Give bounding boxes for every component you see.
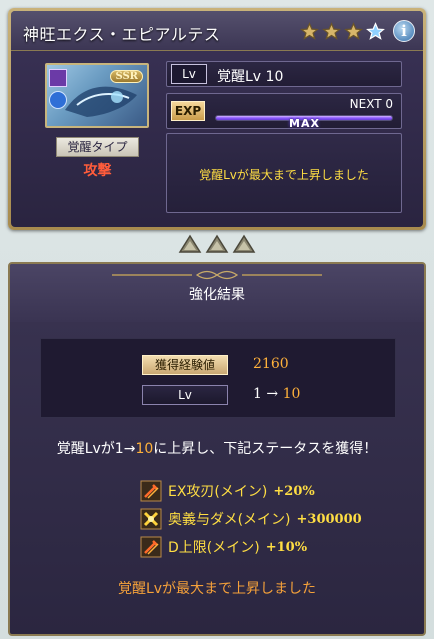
gained-exp-label: 獲得経験値 bbox=[142, 355, 228, 375]
level-arrow: → bbox=[266, 386, 279, 402]
bonus-value: +20% bbox=[273, 483, 315, 499]
weapon-card: 神旺エクス・エピアルテス i SSR 覚醒タイプ 攻撃 Lv 覚醒Lv 10 E… bbox=[8, 8, 426, 230]
attack-up-icon bbox=[140, 536, 162, 558]
ornament-icon bbox=[112, 270, 322, 280]
result-stats-box: 獲得経験値 2160 Lv 1 → 10 bbox=[40, 338, 396, 418]
character-name: 神旺エクス・エピアルテス bbox=[23, 25, 221, 44]
result-summary: 覚醒Lvが1→10に上昇し、下記ステータスを獲得！ bbox=[10, 438, 424, 458]
ougi-damage-icon bbox=[140, 508, 162, 530]
star-filled-icon bbox=[344, 22, 363, 40]
title-bar: 神旺エクス・エピアルテス i bbox=[11, 11, 423, 51]
result-title: 強化結果 bbox=[189, 287, 245, 303]
summary-suffix: に上昇し、下記ステータスを獲得！ bbox=[153, 441, 378, 457]
level-to: 10 bbox=[282, 386, 301, 402]
rarity-stars bbox=[300, 22, 385, 41]
level-from: 1 bbox=[253, 386, 262, 402]
result-footer-message: 覚醒Lvが最大まで上昇しました bbox=[117, 581, 317, 597]
awakening-type-label: 覚醒タイプ bbox=[56, 137, 139, 157]
star-filled-icon bbox=[322, 22, 341, 40]
exp-row: EXP NEXT 0 MAX bbox=[166, 93, 402, 130]
triangle-arrow-icon bbox=[178, 234, 202, 253]
awakening-message-box: 覚醒Lvが最大まで上昇しました bbox=[166, 133, 402, 213]
bonus-item: 奥義与ダメ(メイン) +300000 bbox=[140, 508, 362, 530]
bonus-name: 奥義与ダメ(メイン) bbox=[168, 512, 291, 528]
ssr-badge: SSR bbox=[110, 70, 143, 83]
dark-element-icon bbox=[49, 69, 67, 87]
bonus-item: EX攻刃(メイン) +20% bbox=[140, 480, 315, 502]
awakening-level-text: 覚醒Lv 10 bbox=[217, 69, 284, 85]
awakening-level-row: Lv 覚醒Lv 10 bbox=[166, 61, 402, 87]
next-exp-text: NEXT 0 bbox=[349, 97, 393, 111]
summary-from: 1 bbox=[114, 441, 124, 457]
level-change: 1 → 10 bbox=[253, 386, 300, 402]
attack-up-icon bbox=[140, 480, 162, 502]
level-label: Lv bbox=[142, 385, 228, 405]
triangle-arrow-icon bbox=[232, 234, 256, 253]
bonus-name: EX攻刃(メイン) bbox=[168, 484, 268, 500]
gained-exp-value: 2160 bbox=[253, 356, 289, 372]
max-label: MAX bbox=[289, 117, 320, 130]
weapon-card-inner: 神旺エクス・エピアルテス i SSR 覚醒タイプ 攻撃 Lv 覚醒Lv 10 E… bbox=[11, 11, 423, 227]
triangle-arrow-icon bbox=[205, 234, 229, 253]
summary-arrow: → bbox=[123, 441, 136, 457]
star-filled-icon bbox=[300, 22, 319, 40]
result-panel: 強化結果 獲得経験値 2160 Lv 1 → 10 覚醒Lvが1→10に上昇し、… bbox=[8, 262, 426, 636]
star-blue-icon bbox=[366, 22, 385, 40]
weapon-type-icon bbox=[49, 91, 67, 109]
bonus-item: D上限(メイン) +10% bbox=[140, 536, 307, 558]
transition-arrows bbox=[178, 234, 256, 254]
result-panel-header: 強化結果 bbox=[10, 264, 424, 322]
summary-to: 10 bbox=[135, 441, 154, 457]
awakening-message: 覚醒Lvが最大まで上昇しました bbox=[199, 168, 369, 182]
summary-prefix: 覚醒Lvが bbox=[56, 441, 115, 457]
exp-tag: EXP bbox=[171, 101, 205, 121]
info-button[interactable]: i bbox=[393, 20, 415, 42]
weapon-thumbnail[interactable]: SSR bbox=[45, 63, 149, 128]
bonus-value: +10% bbox=[265, 539, 308, 555]
lv-tag: Lv bbox=[171, 64, 207, 84]
awakening-type-value: 攻撃 bbox=[83, 163, 112, 179]
bonus-name: D上限(メイン) bbox=[168, 540, 260, 556]
bonus-value: +300000 bbox=[296, 511, 362, 527]
